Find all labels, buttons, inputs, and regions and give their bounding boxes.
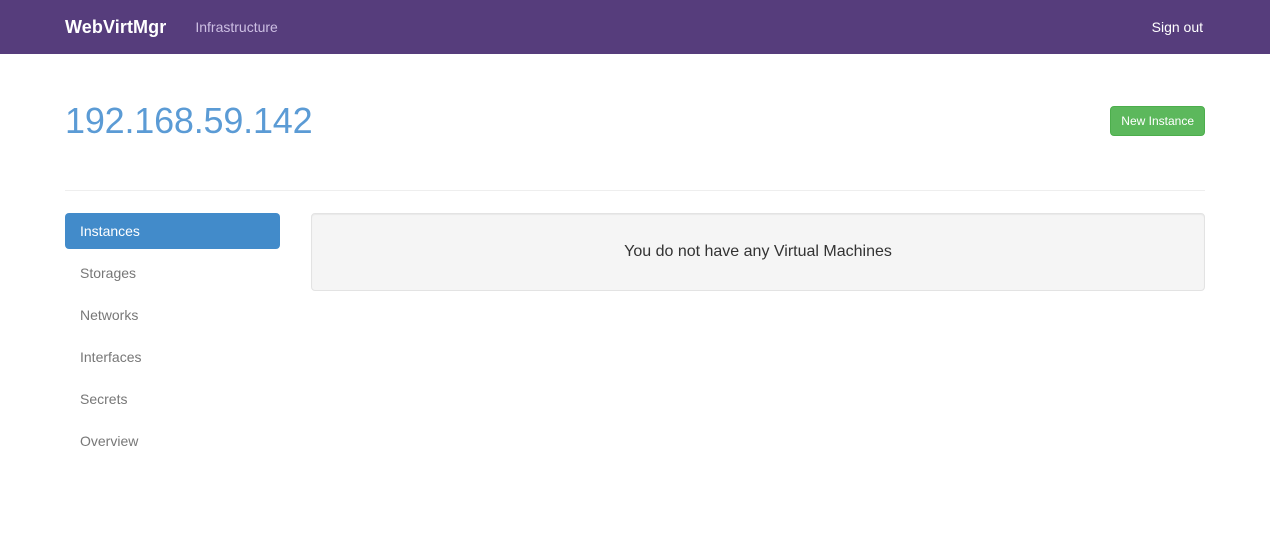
- sidebar-item-label-storages[interactable]: Storages: [65, 255, 280, 291]
- sidebar-item-label-overview[interactable]: Overview: [65, 423, 280, 459]
- brand-logo[interactable]: WebVirtMgr: [65, 17, 166, 38]
- sidebar-item-networks[interactable]: Networks: [65, 297, 280, 333]
- sidebar-item-interfaces[interactable]: Interfaces: [65, 339, 280, 375]
- sidebar-item-overview[interactable]: Overview: [65, 423, 280, 459]
- content-row: Instances Storages Networks Interfaces S…: [65, 213, 1205, 466]
- sidebar-item-instances[interactable]: Instances: [65, 213, 280, 250]
- navbar-inner: WebVirtMgr Infrastructure Sign out: [50, 0, 1220, 54]
- sidebar-item-label-instances[interactable]: Instances: [65, 213, 280, 250]
- new-instance-button[interactable]: New Instance: [1110, 106, 1205, 136]
- navbar-right-group: Sign out: [1150, 15, 1205, 39]
- nav-link-sign-out[interactable]: Sign out: [1150, 15, 1205, 39]
- top-navbar: WebVirtMgr Infrastructure Sign out: [0, 0, 1270, 54]
- page-container: 192.168.59.142 New Instance Instances St…: [50, 95, 1220, 466]
- nav-link-infrastructure[interactable]: Infrastructure: [193, 15, 279, 39]
- sidebar: Instances Storages Networks Interfaces S…: [65, 213, 280, 466]
- empty-state-message: You do not have any Virtual Machines: [624, 243, 892, 260]
- empty-state-panel: You do not have any Virtual Machines: [311, 213, 1205, 291]
- sidebar-nav: Instances Storages Networks Interfaces S…: [65, 213, 280, 460]
- sidebar-item-label-interfaces[interactable]: Interfaces: [65, 339, 280, 375]
- sidebar-item-label-networks[interactable]: Networks: [65, 297, 280, 333]
- page-title: 192.168.59.142: [65, 100, 313, 141]
- sidebar-item-storages[interactable]: Storages: [65, 255, 280, 291]
- main-content: You do not have any Virtual Machines: [280, 213, 1205, 466]
- sidebar-item-secrets[interactable]: Secrets: [65, 381, 280, 417]
- page-header: 192.168.59.142 New Instance: [65, 95, 1205, 191]
- sidebar-item-label-secrets[interactable]: Secrets: [65, 381, 280, 417]
